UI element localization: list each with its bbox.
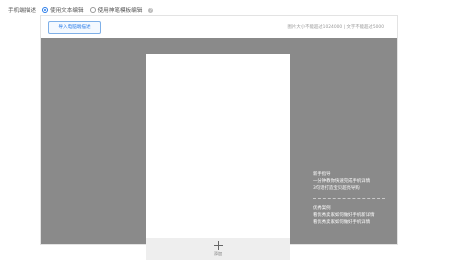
template-edit-radio[interactable] [89, 7, 96, 13]
editor-toolbar: 导入电脑端描述 图片大小不能超过1024000 | 文字不能超过5000 [41, 16, 397, 38]
template-edit-option[interactable]: 使用神笔模板编辑 [89, 6, 143, 14]
mobile-description-editor: 导入电脑端描述 图片大小不能超过1024000 | 文字不能超过5000 添加 … [40, 15, 398, 260]
guide-title: 新手指导 [313, 172, 331, 177]
case-title: 优秀案例 [313, 206, 331, 211]
question-circle-icon[interactable]: ? [148, 7, 154, 13]
text-edit-radio[interactable] [41, 7, 48, 13]
text-edit-label[interactable]: 使用文本编辑 [50, 6, 84, 14]
phone-preview [146, 54, 290, 238]
import-desktop-description-button[interactable]: 导入电脑端描述 [48, 21, 101, 34]
case-link-details[interactable]: 看优秀卖家如何做好手机详情 [313, 220, 393, 227]
side-panel-divider [313, 198, 385, 199]
help-side-panel: 新手指导 一分钟教你快速完成手机详情 3句话打造宝贝超亮导购 优秀案例 看优秀卖… [313, 172, 393, 226]
add-module-label[interactable]: 添加 [214, 251, 222, 257]
mode-label: 手机端描述 [8, 8, 36, 14]
guide-link-shopping-guide[interactable]: 3句话打造宝贝超亮导购 [313, 186, 393, 193]
size-limit-hint: 图片大小不能超过1024000 | 文字不能超过5000 [287, 25, 384, 30]
add-module-button[interactable]: 添加 [146, 238, 290, 260]
text-edit-option[interactable]: 使用文本编辑 [41, 6, 84, 14]
editor-canvas: 添加 新手指导 一分钟教你快速完成手机详情 3句话打造宝贝超亮导购 优秀案例 看… [41, 38, 397, 260]
template-edit-label[interactable]: 使用神笔模板编辑 [98, 6, 143, 14]
